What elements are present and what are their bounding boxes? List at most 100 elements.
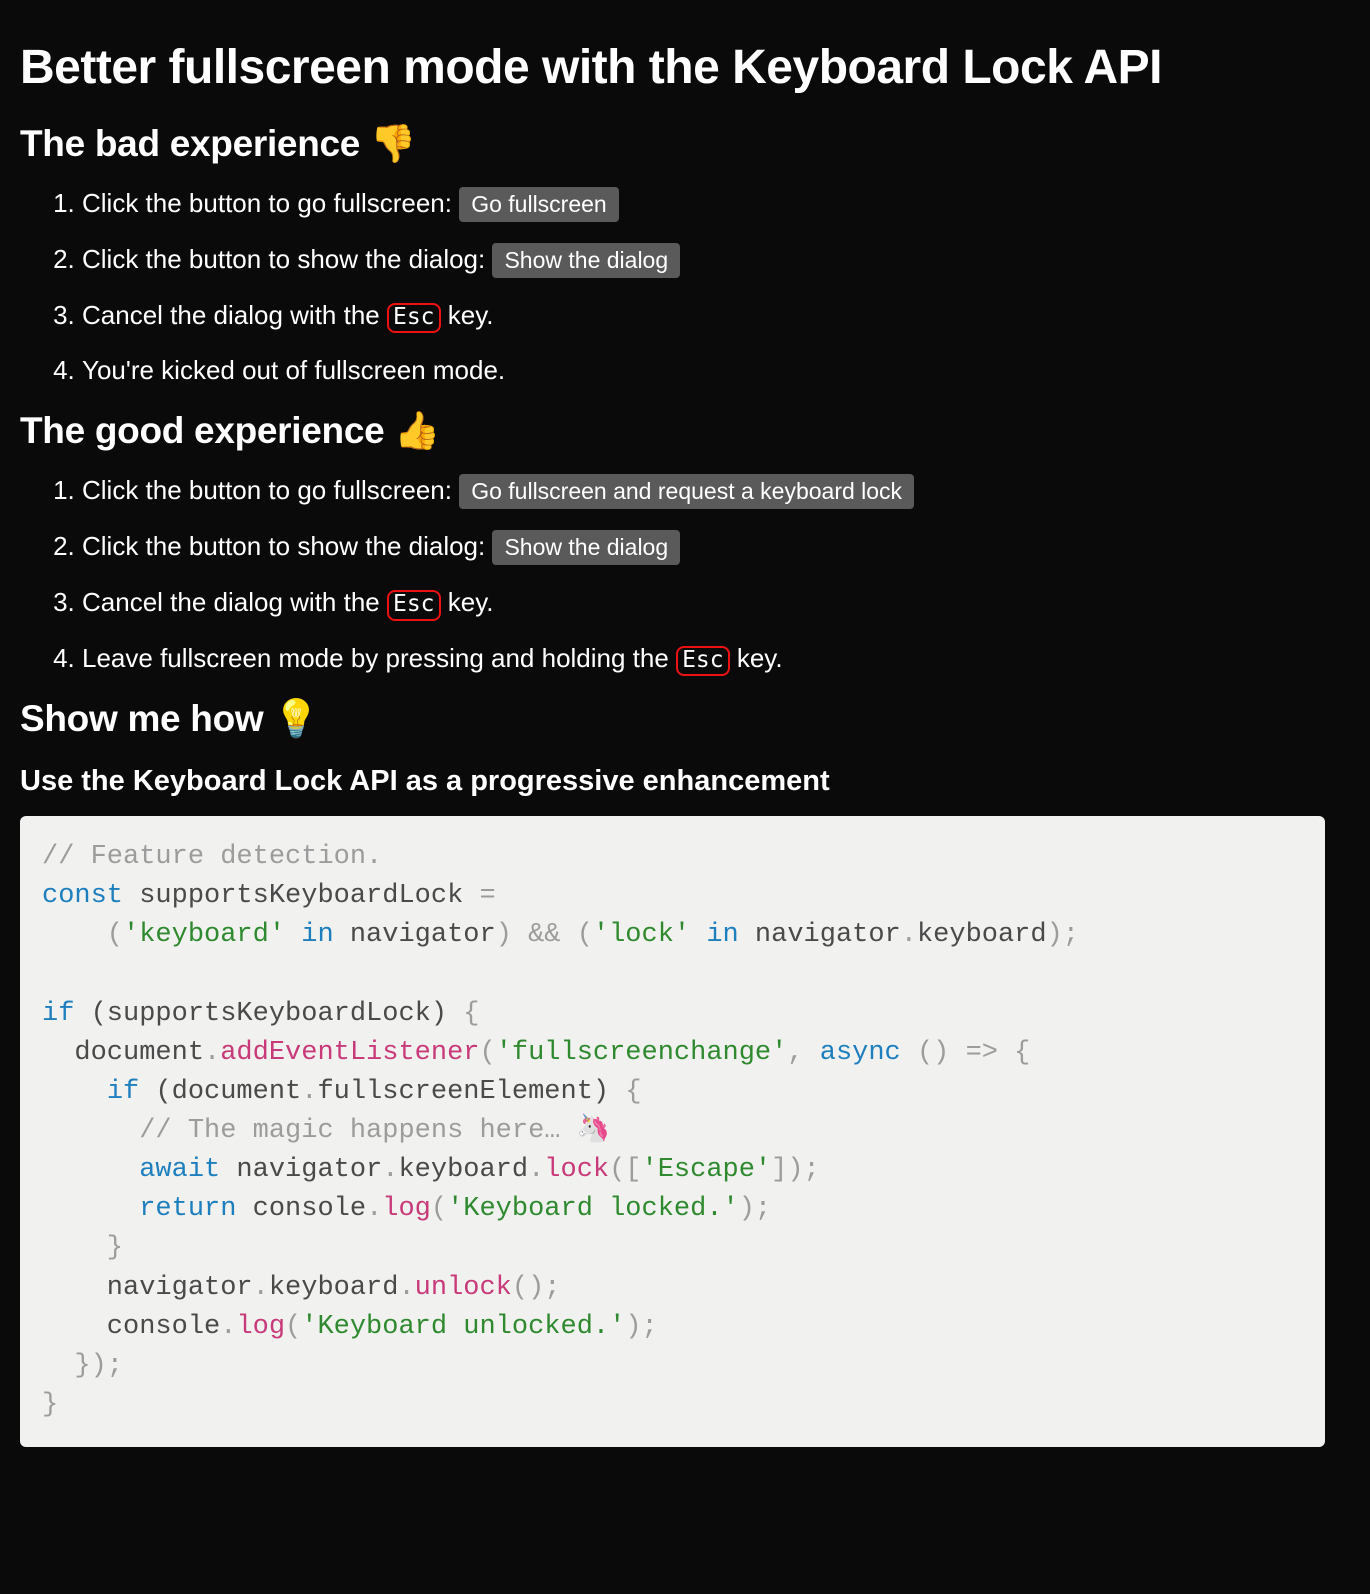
step-text: Cancel the dialog with the (82, 300, 387, 330)
code-comment: // Feature detection. (42, 842, 382, 872)
step-text: Click the button to go fullscreen: (82, 475, 459, 505)
list-item: Click the button to show the dialog: Sho… (82, 242, 1350, 278)
good-experience-heading: The good experience 👍 (20, 410, 1350, 453)
go-fullscreen-lock-button[interactable]: Go fullscreen and request a keyboard loc… (459, 474, 914, 509)
code-string: 'lock' (593, 920, 690, 950)
bad-experience-heading: The bad experience 👎 (20, 123, 1350, 166)
code-punc: => (966, 1038, 998, 1068)
code-punc: . (366, 1194, 382, 1224)
code-keyword: const (42, 881, 123, 911)
code-func: unlock (415, 1273, 512, 1303)
list-item: Leave fullscreen mode by pressing and ho… (82, 641, 1350, 676)
code-keyword: in (706, 920, 738, 950)
code-text: keyboard (269, 1273, 399, 1303)
step-text: Click the button to show the dialog: (82, 531, 492, 561)
step-text: Leave fullscreen mode by pressing and ho… (82, 643, 676, 673)
code-punc: && (528, 920, 560, 950)
list-item: You're kicked out of fullscreen mode. (82, 353, 1350, 388)
code-text: (supportsKeyboardLock) (74, 999, 463, 1029)
code-string: 'keyboard' (123, 920, 285, 950)
code-text (690, 920, 706, 950)
code-keyword: async (820, 1038, 901, 1068)
code-punc: . (301, 1077, 317, 1107)
code-punc: ); (1047, 920, 1079, 950)
code-keyword: if (42, 999, 74, 1029)
show-dialog-button[interactable]: Show the dialog (492, 243, 680, 278)
code-text: keyboard (398, 1155, 528, 1185)
code-string: 'fullscreenchange' (496, 1038, 788, 1068)
code-text: document (42, 1038, 204, 1068)
code-keyword: if (107, 1077, 139, 1107)
list-item: Click the button to go fullscreen: Go fu… (82, 186, 1350, 222)
code-string: 'Escape' (642, 1155, 772, 1185)
show-me-how-heading: Show me how 💡 (20, 698, 1350, 741)
code-text: navigator (42, 1273, 253, 1303)
go-fullscreen-button[interactable]: Go fullscreen (459, 187, 619, 222)
progressive-enhancement-heading: Use the Keyboard Lock API as a progressi… (20, 765, 1350, 798)
code-punc: . (253, 1273, 269, 1303)
code-punc: } (42, 1390, 58, 1420)
code-punc: ([ (609, 1155, 641, 1185)
code-punc: ( (431, 1194, 447, 1224)
code-punc: (); (512, 1273, 561, 1303)
step-text: Click the button to go fullscreen: (82, 188, 459, 218)
code-punc: }); (42, 1351, 123, 1381)
code-text: fullscreenElement) (317, 1077, 625, 1107)
code-punc: { (998, 1038, 1030, 1068)
good-experience-list: Click the button to go fullscreen: Go fu… (20, 473, 1350, 676)
code-text: console (236, 1194, 366, 1224)
code-text (42, 1155, 139, 1185)
code-punc: ( (42, 920, 123, 950)
code-punc: . (398, 1273, 414, 1303)
code-punc: ( (285, 1312, 301, 1342)
code-text (804, 1038, 820, 1068)
page-title: Better fullscreen mode with the Keyboard… (20, 40, 1350, 95)
code-punc: = (479, 881, 495, 911)
step-text: key. (441, 300, 494, 330)
code-punc: . (220, 1312, 236, 1342)
code-block: // Feature detection. const supportsKeyb… (20, 816, 1325, 1447)
code-punc: , (787, 1038, 803, 1068)
list-item: Click the button to go fullscreen: Go fu… (82, 473, 1350, 509)
step-text: Cancel the dialog with the (82, 587, 387, 617)
code-punc: . (204, 1038, 220, 1068)
list-item: Cancel the dialog with the Esc key. (82, 298, 1350, 333)
code-keyword: in (301, 920, 333, 950)
code-punc: ) (496, 920, 512, 950)
show-dialog-button[interactable]: Show the dialog (492, 530, 680, 565)
code-keyword: return (139, 1194, 236, 1224)
esc-key: Esc (387, 303, 441, 333)
code-punc: { (463, 999, 479, 1029)
code-string: 'Keyboard locked.' (447, 1194, 739, 1224)
code-punc: ); (739, 1194, 771, 1224)
code-func: lock (544, 1155, 609, 1185)
code-keyword: await (139, 1155, 220, 1185)
step-text: key. (441, 587, 494, 617)
step-text: key. (730, 643, 783, 673)
code-text: navigator (739, 920, 901, 950)
code-text: console (42, 1312, 220, 1342)
code-text: keyboard (917, 920, 1047, 950)
code-text (285, 920, 301, 950)
code-punc: . (382, 1155, 398, 1185)
esc-key: Esc (387, 590, 441, 620)
code-text: navigator (334, 920, 496, 950)
list-item: Click the button to show the dialog: Sho… (82, 529, 1350, 565)
esc-key: Esc (676, 646, 730, 676)
code-punc: } (42, 1233, 123, 1263)
code-func: log (236, 1312, 285, 1342)
code-punc: . (528, 1155, 544, 1185)
code-punc: ); (625, 1312, 657, 1342)
code-punc: ( (479, 1038, 495, 1068)
code-punc: { (625, 1077, 641, 1107)
code-text: () (901, 1038, 966, 1068)
list-item: Cancel the dialog with the Esc key. (82, 585, 1350, 620)
code-punc: . (901, 920, 917, 950)
code-comment: // The magic happens here… 🦄 (42, 1116, 610, 1146)
code-text: supportsKeyboardLock (123, 881, 479, 911)
code-text: (document (139, 1077, 301, 1107)
code-text (512, 920, 528, 950)
step-text: Click the button to show the dialog: (82, 244, 492, 274)
code-string: 'Keyboard unlocked.' (301, 1312, 625, 1342)
code-punc: ( (561, 920, 593, 950)
